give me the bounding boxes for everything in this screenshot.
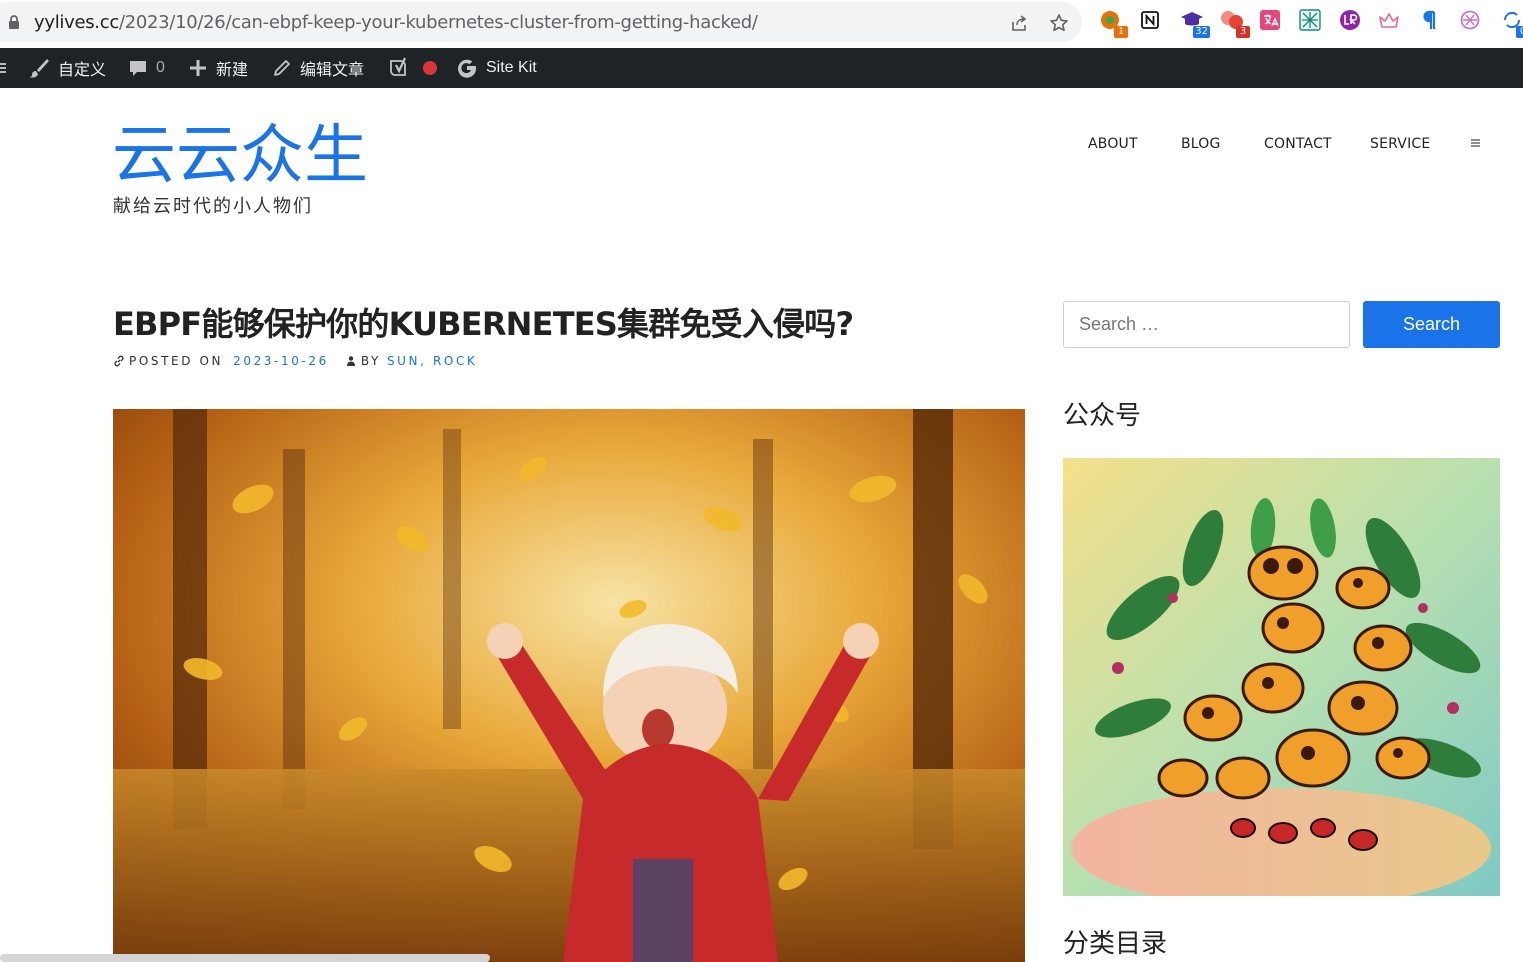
post-meta: POSTED ON 2023-10-26 BY SUN, ROCK (113, 353, 477, 369)
seo-score-indicator[interactable] (422, 48, 438, 88)
address-bar[interactable]: yylives.cc/2023/10/26/can-ebpf-keep-your… (0, 2, 1082, 42)
nav-menu-icon[interactable] (1471, 138, 1480, 148)
nav-service[interactable]: SERVICE (1370, 136, 1430, 152)
url-host: yylives.cc (34, 12, 119, 33)
pencil-icon (274, 60, 290, 76)
ext-lr-icon[interactable] (1338, 8, 1362, 32)
edit-post-label: 编辑文章 (300, 62, 365, 79)
ext-badge: 32 (1193, 26, 1210, 38)
customize-label: 自定义 (58, 62, 107, 79)
posted-on-label: POSTED ON (129, 354, 224, 368)
star-icon[interactable] (1048, 12, 1070, 34)
search-input[interactable] (1063, 301, 1350, 348)
lock-icon[interactable] (8, 15, 20, 29)
record-dot-icon (423, 61, 437, 75)
search-button[interactable]: Search (1363, 301, 1500, 348)
link-icon (114, 355, 124, 367)
by-label: BY (360, 354, 381, 368)
yoast-icon (390, 57, 406, 76)
browser-toolbar: yylives.cc/2023/10/26/can-ebpf-keep-your… (0, 0, 1523, 48)
wechat-qr-image[interactable] (1063, 458, 1500, 896)
url-text[interactable]: yylives.cc/2023/10/26/can-ebpf-keep-your… (34, 12, 758, 33)
site-tagline: 献给云时代的小人物们 (113, 196, 313, 216)
site-title[interactable]: 云云众生 (112, 118, 368, 194)
featured-image (113, 409, 1025, 962)
post-title: EBPF能够保护你的KUBERNETES集群免受入侵吗? (113, 305, 854, 343)
ext-badge: 0 (1516, 26, 1523, 38)
ext-grid-icon[interactable] (1298, 8, 1322, 32)
yoast-seo-link[interactable] (388, 48, 410, 88)
ext-crown-icon[interactable] (1377, 8, 1401, 32)
openai-icon[interactable] (1458, 8, 1482, 32)
ext-badge: 3 (1236, 26, 1250, 38)
post-author-link[interactable]: SUN, ROCK (387, 354, 477, 368)
ext-badge: 1 (1114, 26, 1128, 38)
horizontal-scrollbar[interactable] (0, 954, 490, 962)
brush-icon (29, 59, 49, 78)
share-icon[interactable] (1008, 12, 1030, 34)
autumn-child-photo (113, 409, 1025, 962)
site-kit-label: Site Kit (486, 59, 537, 76)
site-kit-link[interactable]: Site Kit (456, 48, 537, 88)
comments-link[interactable]: 0 (128, 48, 165, 88)
post-date-link[interactable]: 2023-10-26 (233, 354, 329, 368)
admin-bar: 自定义 0 新建 编辑文章 Site Kit (0, 48, 1523, 88)
ext-bubbles-icon[interactable]: 3 (1220, 8, 1250, 38)
customize-link[interactable]: 自定义 (28, 48, 106, 88)
nav-contact[interactable]: CONTACT (1264, 136, 1332, 152)
nav-blog[interactable]: BLOG (1181, 136, 1221, 152)
url-path: /2023/10/26/can-ebpf-keep-your-kubernete… (118, 12, 758, 33)
menu-icon (0, 63, 6, 73)
ext-1-icon[interactable]: 1 (1098, 8, 1128, 38)
ext-translate-icon[interactable] (1258, 8, 1282, 32)
main-navigation: ABOUT BLOG CONTACT SERVICE (0, 136, 1523, 156)
ext-graduation-icon[interactable]: 32 (1180, 8, 1210, 38)
ant-illustration-image (1063, 458, 1500, 896)
notion-icon[interactable] (1138, 8, 1162, 32)
user-icon (346, 356, 355, 366)
comment-icon (130, 61, 146, 76)
google-g-icon (458, 59, 477, 78)
ext-sync-icon[interactable]: 0 (1500, 8, 1523, 38)
admin-menu-toggle[interactable] (0, 48, 6, 88)
new-content-link[interactable]: 新建 (188, 48, 248, 88)
comments-count: 0 (156, 59, 165, 76)
plus-icon (190, 60, 206, 76)
nav-about[interactable]: ABOUT (1088, 136, 1138, 152)
edit-post-link[interactable]: 编辑文章 (272, 48, 364, 88)
ext-pilcrow-icon[interactable] (1418, 8, 1442, 32)
widget-title-categories: 分类目录 (1063, 929, 1168, 959)
new-label: 新建 (216, 62, 249, 79)
widget-title-wechat: 公众号 (1063, 401, 1142, 431)
